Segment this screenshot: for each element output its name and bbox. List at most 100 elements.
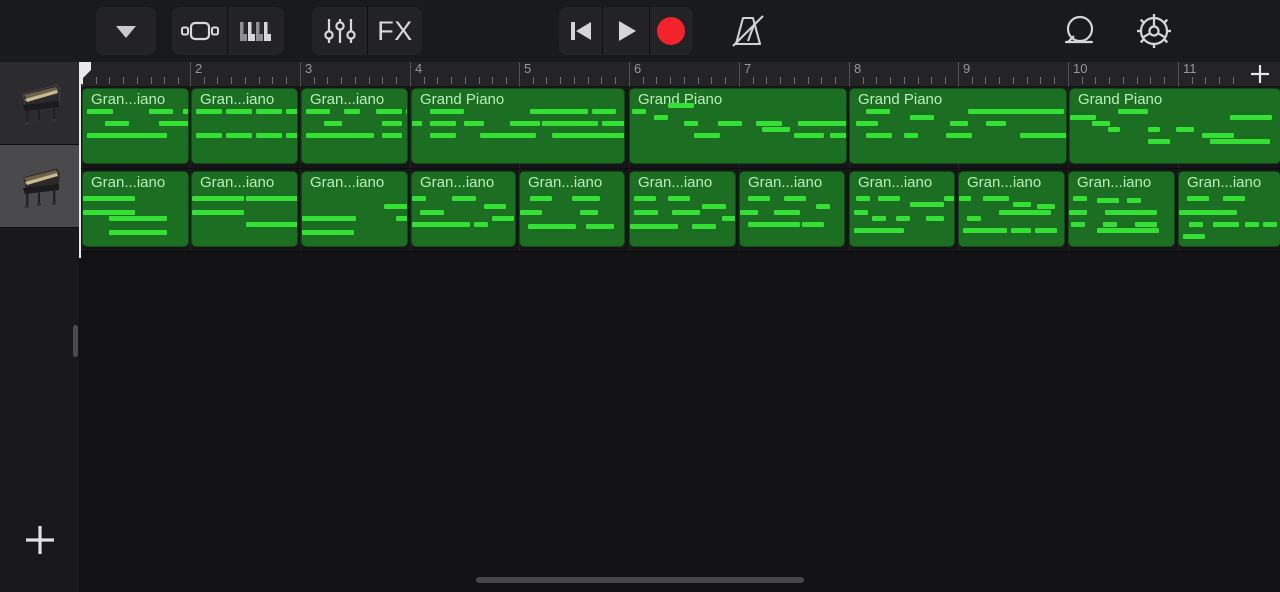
record-button[interactable]: [650, 7, 693, 55]
ruler-beat-tick: [971, 77, 973, 84]
ruler-beat-tick: [999, 77, 1001, 84]
track-header-2[interactable]: [0, 145, 79, 228]
ruler-beat-tick: [587, 77, 589, 84]
ruler-beat-tick: [478, 77, 480, 84]
track-headers-sidebar: [0, 62, 79, 592]
midi-note: [192, 210, 244, 215]
fx-button[interactable]: FX: [368, 7, 422, 55]
midi-region[interactable]: Gran...iano: [958, 171, 1065, 247]
midi-note: [306, 133, 374, 138]
ruler-bar-line: [629, 62, 630, 86]
midi-region[interactable]: Gran...iano: [1178, 171, 1280, 247]
midi-note: [910, 202, 944, 207]
midi-region[interactable]: Gran...iano: [301, 88, 408, 164]
play-button[interactable]: [603, 7, 648, 55]
midi-region[interactable]: Gran...iano: [739, 171, 845, 247]
midi-note: [87, 109, 113, 114]
view-chevron-button[interactable]: [96, 7, 156, 55]
midi-note: [1097, 198, 1119, 203]
midi-note: [226, 109, 252, 114]
midi-region[interactable]: Grand Piano: [849, 88, 1067, 164]
midi-region[interactable]: Grand Piano: [411, 88, 625, 164]
midi-note: [634, 196, 656, 201]
region-label: Gran...iano: [91, 174, 166, 191]
ruler-beat-tick: [1095, 77, 1097, 84]
settings-button[interactable]: [1124, 7, 1184, 55]
midi-note: [105, 121, 129, 126]
ruler-beat-tick: [437, 77, 439, 84]
ruler-beat-tick: [327, 77, 329, 84]
midi-region[interactable]: Gran...iano: [191, 171, 298, 247]
midi-note: [510, 121, 540, 126]
midi-note: [630, 224, 678, 229]
midi-region[interactable]: Gran...iano: [301, 171, 408, 247]
ruler-beat-tick: [1040, 77, 1042, 84]
garageband-tracks-screen: FX 2 3 4 5 6 7 8 9 10 11 Gran...iano Gra…: [0, 0, 1280, 592]
keyboard-instrument-button[interactable]: [228, 7, 284, 55]
ruler-beat-tick: [368, 77, 370, 84]
midi-note: [1073, 196, 1087, 201]
ruler-bar-line: [519, 62, 520, 86]
timeline-track-area[interactable]: Gran...iano Gran...iano Gran...iano Grand P…: [79, 86, 1280, 592]
timeline-ruler[interactable]: 2 3 4 5 6 7 8 9 10 11: [79, 62, 1280, 86]
midi-region[interactable]: Gran...iano: [411, 171, 516, 247]
gear-icon: [1137, 14, 1171, 48]
mixer-button[interactable]: [312, 7, 367, 55]
midi-note: [774, 210, 800, 215]
ruler-bar-number: 11: [1183, 62, 1197, 76]
ruler-beat-tick: [164, 77, 166, 84]
ruler-beat-tick: [560, 77, 562, 84]
midi-note: [109, 230, 167, 235]
ruler-beat-tick: [1136, 77, 1138, 84]
midi-note: [1137, 228, 1159, 233]
ruler-beat-tick: [683, 77, 685, 84]
midi-note: [430, 121, 456, 126]
ruler-beat-tick: [1122, 77, 1124, 84]
midi-note: [1118, 109, 1148, 114]
midi-region[interactable]: Gran...iano: [849, 171, 955, 247]
add-section-button[interactable]: [1240, 62, 1280, 86]
region-label: Gran...iano: [91, 91, 166, 108]
midi-region[interactable]: Gran...iano: [1068, 171, 1175, 247]
midi-region[interactable]: Gran...iano: [82, 171, 189, 247]
ruler-bar-line: [958, 62, 959, 86]
midi-region[interactable]: Gran...iano: [191, 88, 298, 164]
midi-note: [286, 109, 297, 114]
midi-note: [959, 196, 971, 201]
ruler-bar-line: [1178, 62, 1179, 86]
track-2-lane[interactable]: Gran...iano Gran...iano Gran...iano Gran...…: [79, 169, 1280, 252]
ruler-beat-tick: [834, 77, 836, 84]
midi-region[interactable]: Grand Piano: [629, 88, 847, 164]
track-1-lane[interactable]: Gran...iano Gran...iano Gran...iano Grand P…: [79, 86, 1280, 169]
track-header-1[interactable]: [0, 62, 79, 145]
midi-note: [1103, 222, 1117, 227]
loop-browser-button[interactable]: [1050, 7, 1110, 55]
midi-note: [1035, 228, 1057, 233]
ruler-beat-tick: [123, 77, 125, 84]
ruler-beat-tick: [285, 77, 287, 84]
midi-region[interactable]: Gran...iano: [82, 88, 189, 164]
midi-note: [306, 109, 330, 114]
tracks-view-button[interactable]: [172, 7, 227, 55]
ruler-beat-tick: [821, 77, 823, 84]
ruler-beat-tick: [341, 77, 343, 84]
midi-region[interactable]: Gran...iano: [629, 171, 736, 247]
midi-note: [246, 196, 297, 201]
midi-note: [963, 228, 1007, 233]
midi-note: [904, 133, 918, 138]
ruler-bar-line: [82, 62, 83, 86]
region-label: Gran...iano: [528, 174, 603, 191]
midi-note: [694, 133, 720, 138]
midi-note: [1135, 222, 1157, 227]
add-track-button[interactable]: [0, 510, 79, 570]
midi-note: [946, 133, 972, 138]
midi-region[interactable]: Gran...iano: [519, 171, 625, 247]
metronome-button[interactable]: [723, 7, 773, 55]
track-width-drag-handle[interactable]: [73, 325, 78, 357]
rewind-button[interactable]: [559, 7, 602, 55]
midi-note: [632, 109, 646, 114]
region-label: Grand Piano: [858, 91, 943, 108]
midi-note: [668, 103, 694, 108]
midi-region[interactable]: Grand Piano: [1069, 88, 1280, 164]
midi-note: [740, 210, 758, 215]
